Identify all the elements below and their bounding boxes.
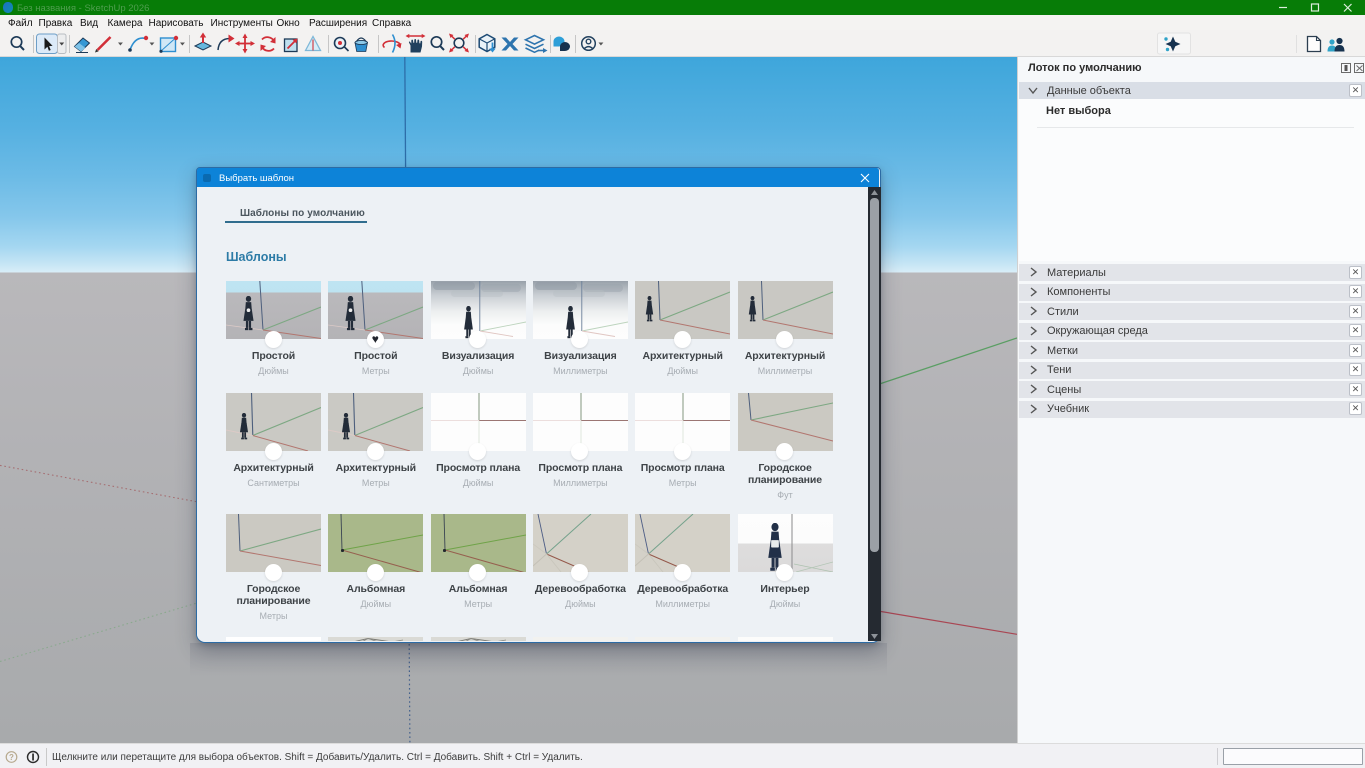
svg-text:?: ? <box>9 753 14 762</box>
